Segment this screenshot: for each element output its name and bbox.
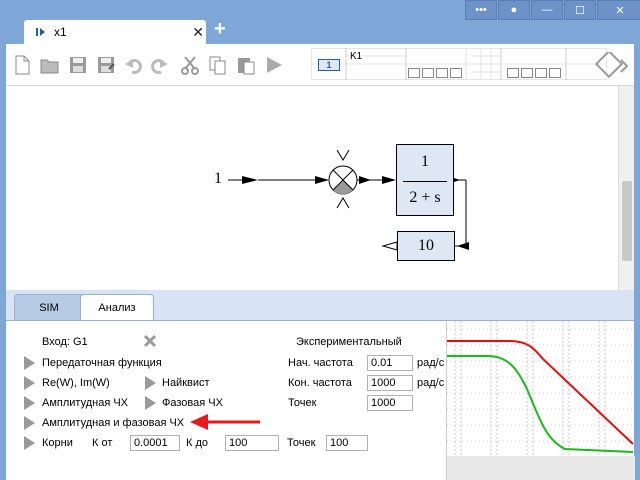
paste-icon[interactable] bbox=[236, 55, 256, 75]
title-bar: x1 ✕ + ••• ● — ☐ ✕ bbox=[0, 0, 640, 44]
k-from-label: К от bbox=[92, 437, 113, 449]
arrow-head bbox=[315, 176, 329, 184]
feedback-gain-block[interactable]: 10 bbox=[397, 231, 455, 261]
param-slot[interactable] bbox=[549, 68, 561, 78]
tab-sim[interactable]: SIM bbox=[14, 294, 84, 320]
k-from-input[interactable]: 0.0001 bbox=[130, 435, 180, 451]
block-value: 1 bbox=[318, 59, 340, 71]
input-value: 1 bbox=[214, 170, 222, 187]
minimize-button[interactable]: — bbox=[531, 0, 563, 20]
save-icon[interactable] bbox=[68, 55, 88, 75]
close-button[interactable]: ✕ bbox=[597, 0, 640, 20]
param-slot[interactable] bbox=[450, 68, 462, 78]
phase-button[interactable]: Фазовая ЧХ bbox=[162, 397, 223, 409]
param-slot[interactable] bbox=[507, 68, 519, 78]
arrow-head bbox=[381, 241, 398, 251]
arrow-head bbox=[242, 176, 258, 184]
tab-title: x1 bbox=[54, 25, 67, 39]
open-folder-icon[interactable] bbox=[40, 55, 60, 75]
frequency-response-preview[interactable] bbox=[446, 321, 635, 480]
start-freq-input[interactable]: 0.01 bbox=[367, 355, 413, 371]
tab-analysis[interactable]: Анализ bbox=[80, 294, 154, 320]
param-slot[interactable] bbox=[521, 68, 533, 78]
start-freq-label: Нач. частота bbox=[288, 357, 353, 369]
run-re-im-icon[interactable] bbox=[24, 376, 35, 390]
tf-denominator: 2 + s bbox=[409, 189, 441, 206]
roots-points-label: Точек bbox=[287, 437, 316, 449]
clear-input-icon[interactable] bbox=[143, 334, 157, 348]
run-icon[interactable] bbox=[264, 55, 284, 75]
save-as-icon[interactable] bbox=[96, 55, 116, 75]
run-amplitude-icon[interactable] bbox=[24, 396, 35, 410]
rotate-icon[interactable] bbox=[594, 52, 630, 80]
block-diagram bbox=[228, 149, 469, 251]
param-slot[interactable] bbox=[422, 68, 434, 78]
bottom-panel: SIM Анализ Вход: G1 Экспериментальный Пе… bbox=[6, 290, 635, 480]
run-roots-icon[interactable] bbox=[24, 436, 35, 450]
preview-plot bbox=[447, 321, 635, 480]
param-slot[interactable] bbox=[408, 68, 420, 78]
arrow-head bbox=[359, 176, 371, 184]
end-freq-label: Кон. частота bbox=[288, 377, 352, 389]
menu-button[interactable]: ••• bbox=[465, 0, 497, 20]
experimental-label: Экспериментальный bbox=[296, 336, 402, 348]
arrow-head bbox=[457, 242, 469, 250]
window-controls: ••• ● — ☐ ✕ bbox=[465, 0, 640, 22]
end-freq-input[interactable]: 1000 bbox=[367, 375, 413, 391]
redo-icon[interactable] bbox=[149, 55, 169, 75]
points-input[interactable]: 1000 bbox=[367, 395, 413, 411]
re-im-button[interactable]: Re(W), Im(W) bbox=[42, 377, 110, 389]
transfer-function-block[interactable]: 1 2 + s bbox=[396, 144, 454, 216]
run-nyquist-icon[interactable] bbox=[145, 376, 156, 390]
end-freq-unit: рад/с bbox=[417, 377, 445, 389]
tf-numerator: 1 bbox=[421, 153, 429, 170]
arrow-head bbox=[382, 176, 396, 184]
canvas-scrollbar[interactable] bbox=[618, 86, 634, 290]
param-slot[interactable] bbox=[436, 68, 448, 78]
new-tab-button[interactable]: + bbox=[214, 19, 226, 39]
start-freq-unit: рад/с bbox=[417, 357, 445, 369]
new-file-icon[interactable] bbox=[12, 55, 32, 75]
block-label: K1 bbox=[350, 51, 363, 62]
undo-icon[interactable] bbox=[124, 55, 144, 75]
record-button[interactable]: ● bbox=[498, 0, 530, 20]
run-phase-icon[interactable] bbox=[145, 396, 156, 410]
amp-phase-button[interactable]: Амплитудная и фазовая ЧХ bbox=[42, 417, 184, 429]
k-to-label: К до bbox=[186, 437, 208, 449]
scroll-thumb[interactable] bbox=[622, 181, 632, 261]
pointer-arrow-icon bbox=[190, 414, 260, 430]
param-slot[interactable] bbox=[535, 68, 547, 78]
schematic-canvas[interactable]: 1 1 2 + s 10 bbox=[6, 86, 634, 290]
transfer-function-button[interactable]: Передаточная функция bbox=[42, 357, 162, 369]
tab-x1[interactable]: x1 ✕ bbox=[24, 20, 206, 44]
points-label: Точек bbox=[288, 397, 317, 409]
plot-axis-strip bbox=[447, 456, 635, 480]
schema-icon bbox=[36, 28, 45, 36]
run-amp-phase-icon[interactable] bbox=[24, 416, 35, 430]
run-transfer-function-icon[interactable] bbox=[24, 356, 35, 370]
roots-points-input[interactable]: 100 bbox=[326, 435, 368, 451]
input-label: Вход: G1 bbox=[42, 336, 88, 348]
tab-close-button[interactable]: ✕ bbox=[192, 24, 204, 41]
toolbar: 1 K1 bbox=[6, 44, 634, 86]
roots-button[interactable]: Корни bbox=[42, 437, 73, 449]
cut-icon[interactable] bbox=[180, 55, 200, 75]
analysis-panel: Вход: G1 Экспериментальный Передаточная … bbox=[6, 320, 635, 480]
nyquist-button[interactable]: Найквист bbox=[162, 377, 210, 389]
summing-junction[interactable] bbox=[328, 149, 358, 209]
k-to-input[interactable]: 100 bbox=[225, 435, 279, 451]
fraction-line bbox=[403, 181, 447, 182]
amplitude-button[interactable]: Амплитудная ЧХ bbox=[42, 397, 128, 409]
block-parameter-grid[interactable]: 1 K1 bbox=[311, 48, 607, 80]
maximize-button[interactable]: ☐ bbox=[564, 0, 596, 20]
copy-icon[interactable] bbox=[208, 55, 228, 75]
